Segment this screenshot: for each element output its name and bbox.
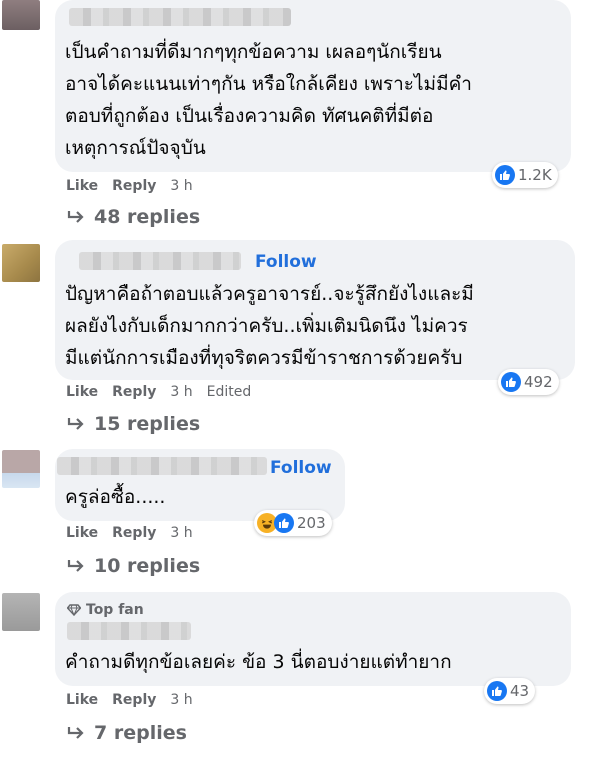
timestamp[interactable]: 3 h <box>170 178 192 194</box>
reaction-summary[interactable]: 203 <box>254 510 332 536</box>
top-fan-label: Top fan <box>86 602 144 618</box>
reaction-summary[interactable]: 43 <box>484 678 536 704</box>
replies-label: 15 replies <box>94 413 201 435</box>
comment-bubble: เป็นคำถามที่ดีมากๆทุกข้อความ เผลอๆนักเรี… <box>55 0 571 172</box>
comment-bubble: Top fan คำถามดีทุกข้อเลยค่ะ ข้อ 3 นี่ตอบ… <box>55 592 571 686</box>
like-button[interactable]: Like <box>66 178 98 194</box>
comment-actions: Like Reply 3 h <box>66 178 193 194</box>
view-replies-button[interactable]: 10 replies <box>66 555 200 577</box>
reply-arrow-icon <box>67 560 84 572</box>
reaction-count: 43 <box>510 682 530 700</box>
reaction-summary[interactable]: 1.2K <box>492 162 558 188</box>
reply-arrow-icon <box>67 727 84 739</box>
avatar[interactable] <box>2 244 40 282</box>
timestamp[interactable]: 3 h <box>170 692 192 708</box>
author-name-blurred[interactable] <box>79 252 241 270</box>
follow-button[interactable]: Follow <box>270 458 332 478</box>
view-replies-button[interactable]: 7 replies <box>66 722 187 744</box>
reaction-count: 492 <box>524 373 553 391</box>
avatar[interactable] <box>2 450 40 488</box>
reply-arrow-icon <box>67 211 84 223</box>
top-fan-badge[interactable]: Top fan <box>67 602 144 618</box>
thumbs-up-icon <box>501 372 521 392</box>
view-replies-button[interactable]: 15 replies <box>66 413 200 435</box>
reply-button[interactable]: Reply <box>112 525 156 541</box>
avatar[interactable] <box>2 0 40 30</box>
author-name-blurred[interactable] <box>57 457 267 475</box>
replies-label: 48 replies <box>94 206 201 228</box>
timestamp[interactable]: 3 h <box>170 525 192 541</box>
reply-button[interactable]: Reply <box>112 384 156 400</box>
like-button[interactable]: Like <box>66 525 98 541</box>
replies-label: 10 replies <box>94 555 201 577</box>
comment-text: ปัญหาคือถ้าตอบแล้วครูอาจารย์..จะรู้สึกยั… <box>65 283 474 369</box>
thumbs-up-icon <box>495 165 515 185</box>
comment-text: คำถามดีทุกข้อเลยค่ะ ข้อ 3 นี่ตอบง่ายแต่ท… <box>65 651 452 673</box>
comment-actions: Like Reply 3 h <box>66 692 193 708</box>
comment-text: ครูล่อซื้อ..... <box>65 486 166 508</box>
follow-button[interactable]: Follow <box>255 252 317 272</box>
thumbs-up-icon <box>274 513 294 533</box>
reaction-summary[interactable]: 492 <box>498 369 559 395</box>
timestamp[interactable]: 3 h <box>170 384 192 400</box>
reply-arrow-icon <box>67 418 84 430</box>
avatar[interactable] <box>2 593 40 631</box>
comment-actions: Like Reply 3 h Edited <box>66 384 251 400</box>
comment-bubble: Follow ปัญหาคือถ้าตอบแล้วครูอาจารย์..จะร… <box>55 240 575 380</box>
view-replies-button[interactable]: 48 replies <box>66 206 200 228</box>
diamond-icon <box>67 604 81 616</box>
like-button[interactable]: Like <box>66 692 98 708</box>
replies-label: 7 replies <box>94 722 187 744</box>
author-name-blurred[interactable] <box>69 8 291 26</box>
reply-button[interactable]: Reply <box>112 178 156 194</box>
edited-label[interactable]: Edited <box>207 384 252 400</box>
comment-actions: Like Reply 3 h <box>66 525 193 541</box>
reaction-count: 1.2K <box>518 166 552 184</box>
author-name-blurred[interactable] <box>67 622 191 640</box>
reply-button[interactable]: Reply <box>112 692 156 708</box>
like-button[interactable]: Like <box>66 384 98 400</box>
comment-text: เป็นคำถามที่ดีมากๆทุกข้อความ เผลอๆนักเรี… <box>65 41 472 159</box>
thumbs-up-icon <box>487 681 507 701</box>
reaction-count: 203 <box>297 514 326 532</box>
